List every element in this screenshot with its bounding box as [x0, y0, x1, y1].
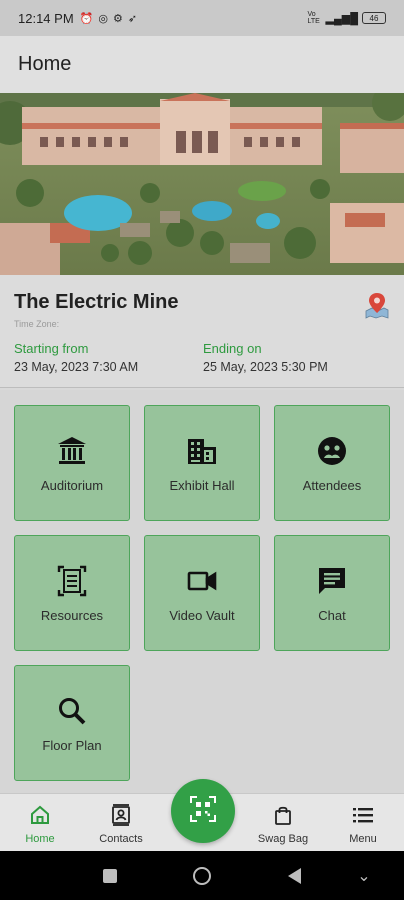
- alarm-icon: ⏰: [79, 12, 94, 25]
- start-value: 23 May, 2023 7:30 AM: [14, 360, 139, 374]
- system-navigation-bar: ⌄: [0, 851, 404, 900]
- rocket-icon: ➶: [127, 12, 138, 25]
- tile-floor-plan[interactable]: Floor Plan: [14, 665, 130, 781]
- qr-scan-button[interactable]: [171, 779, 235, 843]
- page-title: Home: [18, 53, 72, 75]
- tile-video-vault[interactable]: Video Vault: [144, 535, 260, 651]
- status-time: 12:14 PM: [18, 10, 74, 26]
- tile-label: Exhibit Hall: [169, 478, 235, 493]
- nav-home-label: Home: [25, 833, 55, 845]
- institution-icon: [56, 434, 88, 468]
- tile-attendees[interactable]: Attendees: [274, 405, 390, 521]
- nav-swag-bag[interactable]: Swag Bag: [243, 794, 323, 852]
- square-icon: [103, 868, 117, 883]
- chat-icon: [316, 564, 348, 598]
- contacts-icon: [110, 803, 132, 827]
- network-label: Vo LTE: [307, 11, 320, 25]
- status-bar: 12:14 PM ⏰ ◎ ⚙ ➶ Vo LTE ▂▄▆█ 46: [0, 0, 404, 36]
- feature-grid: Auditorium Exhibit Hall Attendees Resour…: [0, 390, 404, 793]
- nav-contacts-label: Contacts: [99, 833, 143, 845]
- battery-level: 46: [369, 13, 379, 23]
- menu-icon: [352, 803, 374, 827]
- shopping-bag-icon: [272, 803, 294, 827]
- nav-menu[interactable]: Menu: [323, 794, 403, 852]
- search-icon: [57, 694, 87, 728]
- assistant-button[interactable]: ⌄: [344, 851, 384, 900]
- end-value: 25 May, 2023 5:30 PM: [203, 360, 328, 374]
- start-label: Starting from: [14, 341, 89, 356]
- circle-icon: [193, 866, 211, 885]
- tile-label: Floor Plan: [42, 738, 102, 753]
- event-title: The Electric Mine: [14, 291, 179, 313]
- timezone-label: Time Zone:: [14, 319, 60, 329]
- video-camera-icon: [186, 564, 218, 598]
- home-icon: [29, 803, 51, 827]
- tile-exhibit-hall[interactable]: Exhibit Hall: [144, 405, 260, 521]
- app-bar: Home: [0, 36, 404, 93]
- tile-label: Video Vault: [169, 608, 235, 623]
- qr-code-icon: [189, 795, 217, 828]
- tile-label: Auditorium: [40, 478, 104, 493]
- nav-home[interactable]: Home: [0, 794, 80, 852]
- chevron-down-icon: ⌄: [357, 867, 371, 885]
- document-scan-icon: [56, 564, 88, 598]
- event-banner-image: [0, 93, 404, 275]
- tile-resources[interactable]: Resources: [14, 535, 130, 651]
- event-info-card: The Electric Mine Time Zone: Starting fr…: [0, 275, 404, 388]
- map-location-icon[interactable]: [364, 291, 390, 319]
- recent-apps-button[interactable]: [90, 851, 130, 900]
- tile-label: Chat: [318, 608, 346, 623]
- battery-icon: 46: [362, 12, 386, 24]
- building-icon: [186, 434, 218, 468]
- tile-chat[interactable]: Chat: [274, 535, 390, 651]
- triangle-back-icon: [287, 867, 301, 884]
- settings-icon: ⚙: [112, 12, 123, 25]
- people-face-icon: [316, 434, 348, 468]
- status-right: Vo LTE ▂▄▆█ 46: [307, 11, 386, 25]
- tile-label: Attendees: [302, 478, 362, 493]
- home-system-button[interactable]: [182, 851, 222, 900]
- signal-icon: ▂▄▆█: [325, 12, 358, 25]
- nav-menu-label: Menu: [349, 833, 377, 845]
- tile-label: Resources: [40, 608, 104, 623]
- resort-image: [0, 93, 404, 275]
- whatsapp-icon: ◎: [98, 12, 108, 25]
- notification-icons: ⏰ ◎ ⚙ ➶: [80, 12, 137, 25]
- end-label: Ending on: [203, 341, 262, 356]
- back-button[interactable]: [274, 851, 314, 900]
- tile-auditorium[interactable]: Auditorium: [14, 405, 130, 521]
- nav-swag-bag-label: Swag Bag: [257, 833, 309, 845]
- nav-contacts[interactable]: Contacts: [81, 794, 161, 852]
